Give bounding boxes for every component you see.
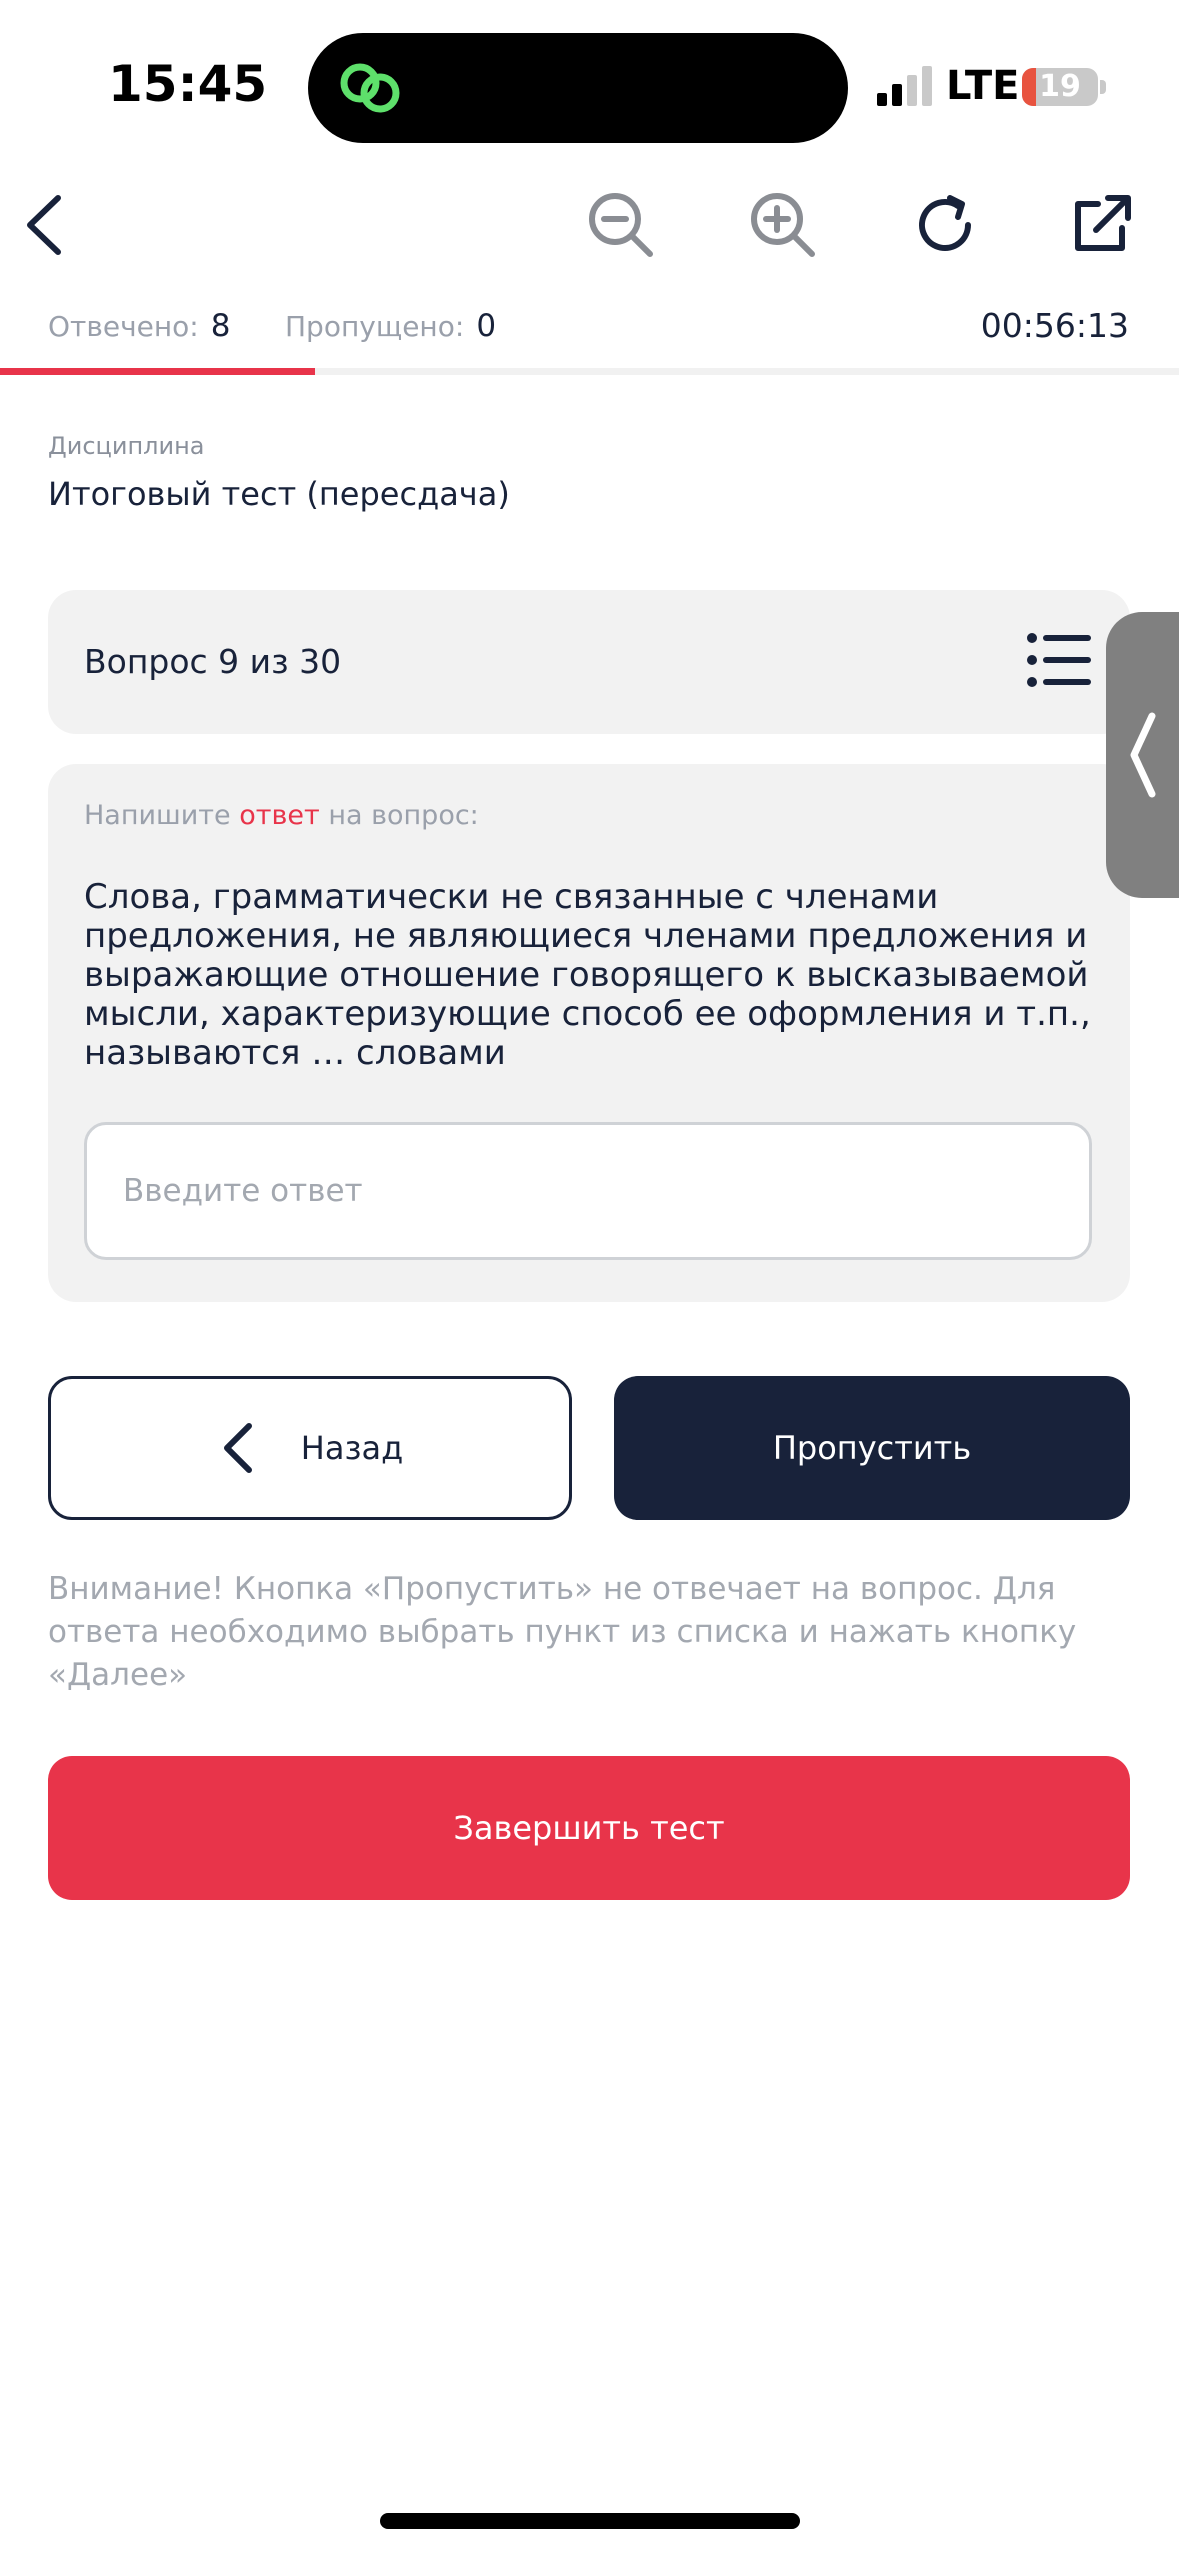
answered-value: 8 xyxy=(210,308,231,344)
chevron-left-icon xyxy=(223,1423,252,1473)
answered-count: Отвечено: 8 xyxy=(48,308,230,344)
progress-fill xyxy=(0,368,315,375)
dynamic-island xyxy=(308,33,848,143)
timer: 00:56:13 xyxy=(980,306,1129,345)
battery-nub xyxy=(1100,80,1106,94)
reload-icon xyxy=(919,195,971,251)
external-link-icon xyxy=(1075,195,1131,251)
zoom-in-button[interactable] xyxy=(738,180,828,270)
question-number: Вопрос 9 из 30 xyxy=(84,642,342,681)
battery-icon: 19 xyxy=(1022,68,1098,106)
question-instruction: Напишите ответ на вопрос: xyxy=(84,800,479,831)
zoom-out-button[interactable] xyxy=(576,180,666,270)
discipline-label: Дисциплина xyxy=(48,432,205,460)
progress-bar xyxy=(0,368,1179,375)
instruction-before: Напишите xyxy=(84,800,240,831)
chevron-left-icon xyxy=(1130,712,1155,798)
chevron-left-icon xyxy=(27,195,61,255)
zoom-out-icon xyxy=(589,193,653,257)
skip-button[interactable]: Пропустить xyxy=(614,1376,1130,1520)
zoom-in-icon xyxy=(751,193,815,257)
question-list-icon[interactable] xyxy=(1026,630,1092,690)
skipped-count: Пропущено: 0 xyxy=(285,308,496,344)
instruction-after: на вопрос: xyxy=(319,800,479,831)
question-header-card: Вопрос 9 из 30 xyxy=(48,590,1130,734)
battery-level: 19 xyxy=(1039,69,1081,104)
finish-test-button[interactable]: Завершить тест xyxy=(48,1756,1130,1900)
question-text: Слова, грамматически не связанные с член… xyxy=(84,877,1091,1073)
finish-button-label: Завершить тест xyxy=(453,1809,725,1847)
instruction-accent: ответ xyxy=(239,800,320,831)
answer-input[interactable] xyxy=(84,1122,1092,1260)
skip-button-label: Пропустить xyxy=(772,1429,972,1467)
open-external-button[interactable] xyxy=(1056,180,1146,270)
question-card: Напишите ответ на вопрос: Слова, граммат… xyxy=(48,764,1130,1302)
answered-label: Отвечено: xyxy=(48,310,199,343)
network-type: LTE xyxy=(946,63,1020,109)
discipline-value: Итоговый тест (пересдача) xyxy=(48,475,510,513)
skip-warning: Внимание! Кнопка «Пропустить» не отвечае… xyxy=(48,1571,1077,1693)
back-button-label: Назад xyxy=(300,1429,404,1467)
skipped-value: 0 xyxy=(476,308,497,344)
home-indicator[interactable] xyxy=(380,2513,800,2529)
back-nav-button[interactable]: Назад xyxy=(48,1376,572,1520)
side-panel-handle[interactable] xyxy=(1106,612,1179,898)
reload-button[interactable] xyxy=(900,180,990,270)
status-time: 15:45 xyxy=(108,55,268,113)
back-button[interactable] xyxy=(0,180,90,270)
skipped-label: Пропущено: xyxy=(285,310,465,343)
link-rings-icon xyxy=(340,63,400,113)
cellular-signal-icon xyxy=(877,66,932,106)
